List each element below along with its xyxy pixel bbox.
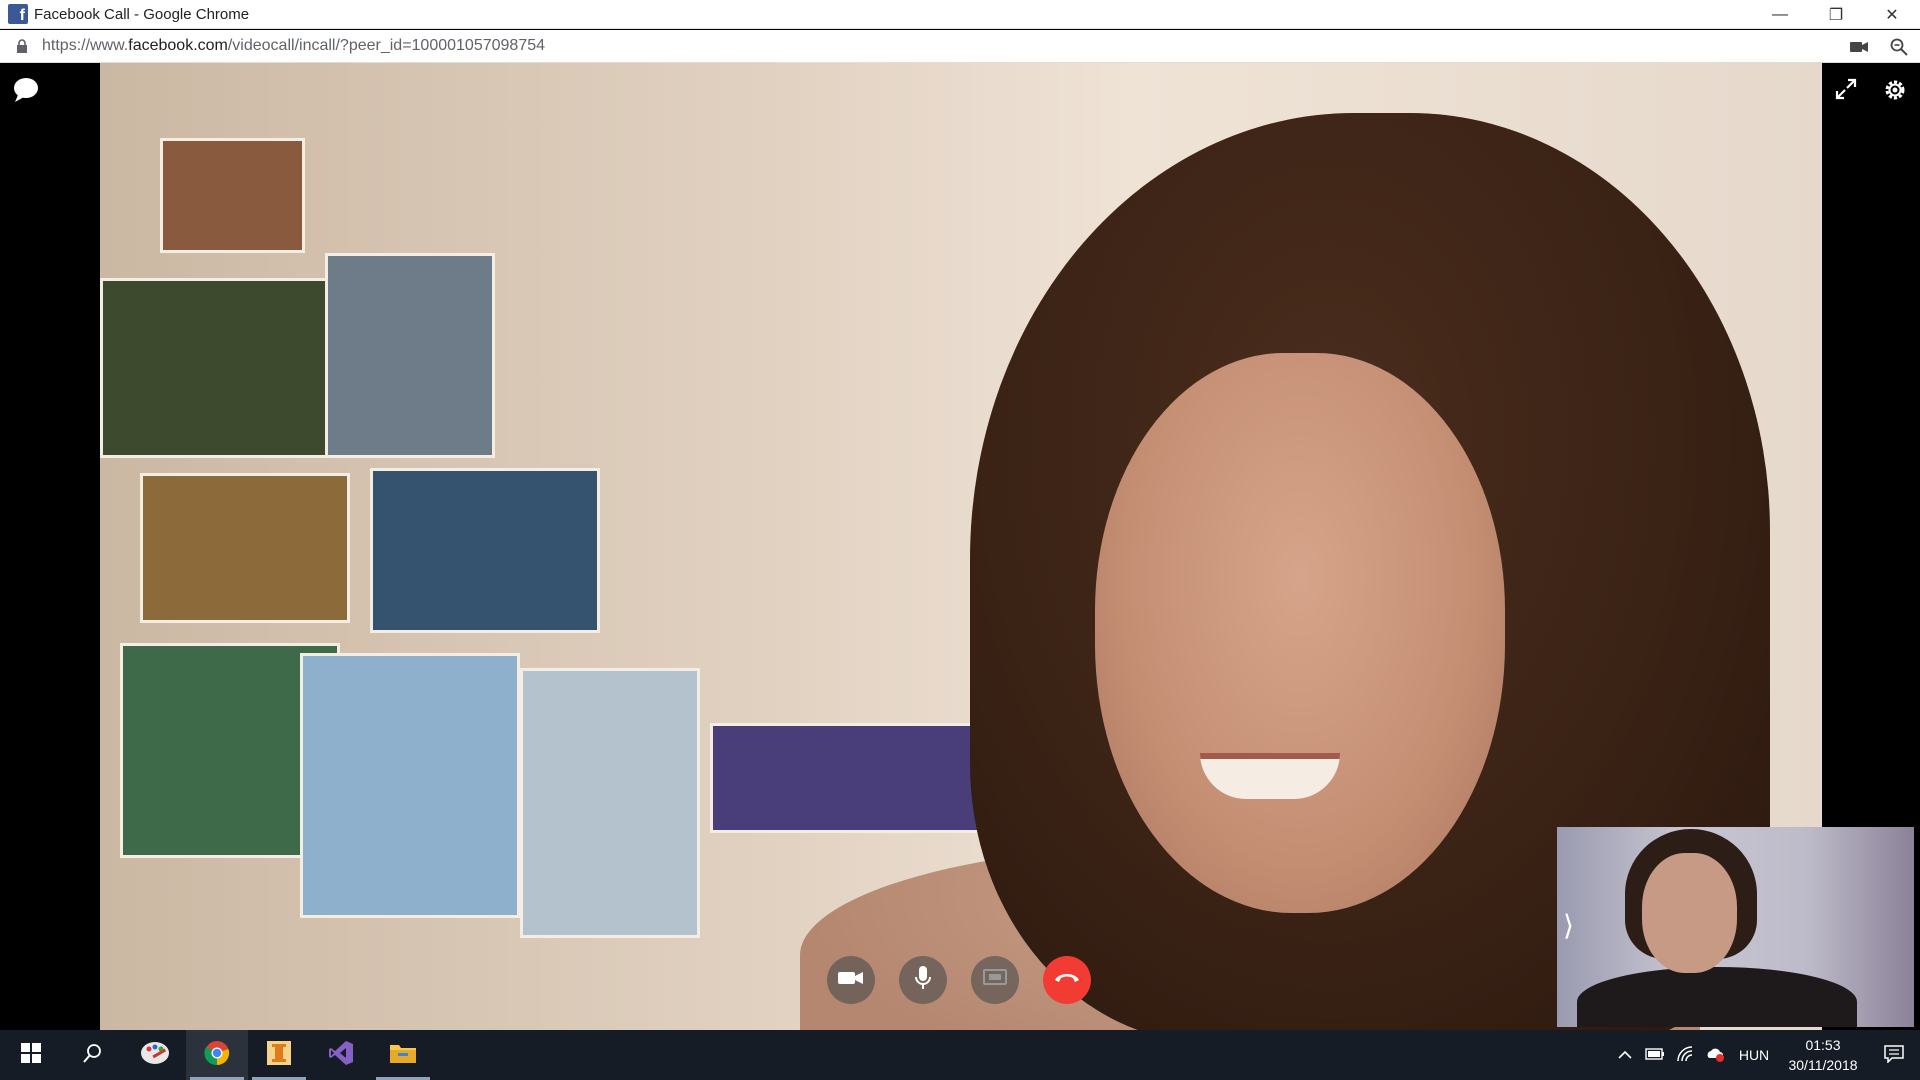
taskbar-app-installer[interactable] — [248, 1030, 310, 1080]
end-call-button[interactable] — [1043, 956, 1091, 1004]
poster — [100, 278, 340, 458]
window-title: Facebook Call - Google Chrome — [34, 5, 250, 23]
address-bar-actions — [1848, 36, 1910, 58]
notification-icon — [1884, 1044, 1904, 1066]
start-button[interactable] — [0, 1030, 62, 1080]
clock-time: 01:53 — [1805, 1037, 1841, 1053]
action-center-button[interactable] — [1868, 1030, 1920, 1080]
url-prefix: https://www. — [42, 37, 129, 54]
self-body — [1577, 967, 1857, 1027]
camera-in-use-icon[interactable] — [1848, 36, 1870, 58]
installer-icon — [266, 1040, 292, 1071]
hang-up-phone-icon — [1054, 971, 1080, 989]
window-titlebar: f Facebook Call - Google Chrome — ❐ ✕ — [0, 0, 1920, 29]
person-face — [1095, 353, 1505, 913]
taskbar-app-visual-studio[interactable] — [310, 1030, 372, 1080]
folder-icon — [389, 1041, 417, 1070]
taskbar-app-file-explorer[interactable] — [372, 1030, 434, 1080]
poster — [300, 653, 520, 918]
visual-studio-icon — [328, 1040, 354, 1071]
poster — [140, 473, 350, 623]
self-view-video[interactable]: ⟩ — [1557, 827, 1914, 1027]
input-language-indicator[interactable]: HUN — [1730, 1047, 1778, 1063]
toggle-video-button[interactable] — [827, 956, 875, 1004]
screen-share-icon — [983, 968, 1007, 992]
url-text[interactable]: https://www.facebook.com/videocall/incal… — [42, 37, 545, 55]
microphone-icon — [915, 965, 931, 995]
show-hidden-icons-button[interactable] — [1610, 1030, 1640, 1080]
poster — [160, 138, 305, 253]
zoom-icon[interactable] — [1888, 36, 1910, 58]
cloud-alert-icon — [1705, 1046, 1725, 1065]
address-bar[interactable]: https://www.facebook.com/videocall/incal… — [0, 30, 1920, 63]
wifi-icon — [1676, 1045, 1694, 1065]
screen-share-button[interactable] — [971, 956, 1019, 1004]
video-call-area: ⟩ — [0, 63, 1920, 1030]
url-host: facebook.com — [128, 37, 228, 54]
chevron-up-icon — [1618, 1047, 1632, 1063]
search-button[interactable] — [62, 1030, 124, 1080]
call-controls — [827, 956, 1091, 1004]
poster — [710, 723, 980, 833]
url-path: /videocall/incall/?peer_id=1000010570987… — [227, 37, 546, 54]
background-posters — [100, 63, 980, 1030]
search-icon — [83, 1043, 103, 1068]
battery-icon — [1645, 1047, 1665, 1063]
taskbar-app-chrome[interactable] — [186, 1030, 248, 1080]
windows-logo-icon — [21, 1042, 41, 1068]
facebook-favicon-icon: f — [8, 4, 28, 24]
wifi-button[interactable] — [1670, 1030, 1700, 1080]
poster — [325, 253, 495, 458]
paint-palette-icon — [140, 1040, 170, 1071]
taskbar-clock[interactable]: 01:53 30/11/2018 — [1778, 1035, 1868, 1075]
security-status-button[interactable] — [1700, 1030, 1730, 1080]
lock-icon[interactable] — [16, 39, 28, 53]
system-tray: HUN 01:53 30/11/2018 — [1610, 1030, 1920, 1080]
video-camera-icon — [838, 970, 864, 991]
minimize-button[interactable]: — — [1752, 0, 1808, 29]
chrome-icon — [204, 1040, 230, 1071]
battery-button[interactable] — [1640, 1030, 1670, 1080]
windows-taskbar: HUN 01:53 30/11/2018 — [0, 1030, 1920, 1080]
fullscreen-icon[interactable] — [1834, 77, 1858, 101]
self-face — [1642, 853, 1737, 973]
collapse-self-view-icon[interactable]: ⟩ — [1563, 909, 1574, 942]
poster — [370, 468, 600, 633]
window-controls: — ❐ ✕ — [1752, 0, 1920, 29]
gear-icon[interactable] — [1882, 77, 1908, 103]
poster — [520, 668, 700, 938]
restore-button[interactable]: ❐ — [1808, 0, 1864, 29]
close-button[interactable]: ✕ — [1864, 0, 1920, 29]
clock-date: 30/11/2018 — [1788, 1057, 1858, 1073]
toggle-microphone-button[interactable] — [899, 956, 947, 1004]
taskbar-app-paint[interactable] — [124, 1030, 186, 1080]
chat-bubble-icon[interactable] — [12, 77, 40, 103]
